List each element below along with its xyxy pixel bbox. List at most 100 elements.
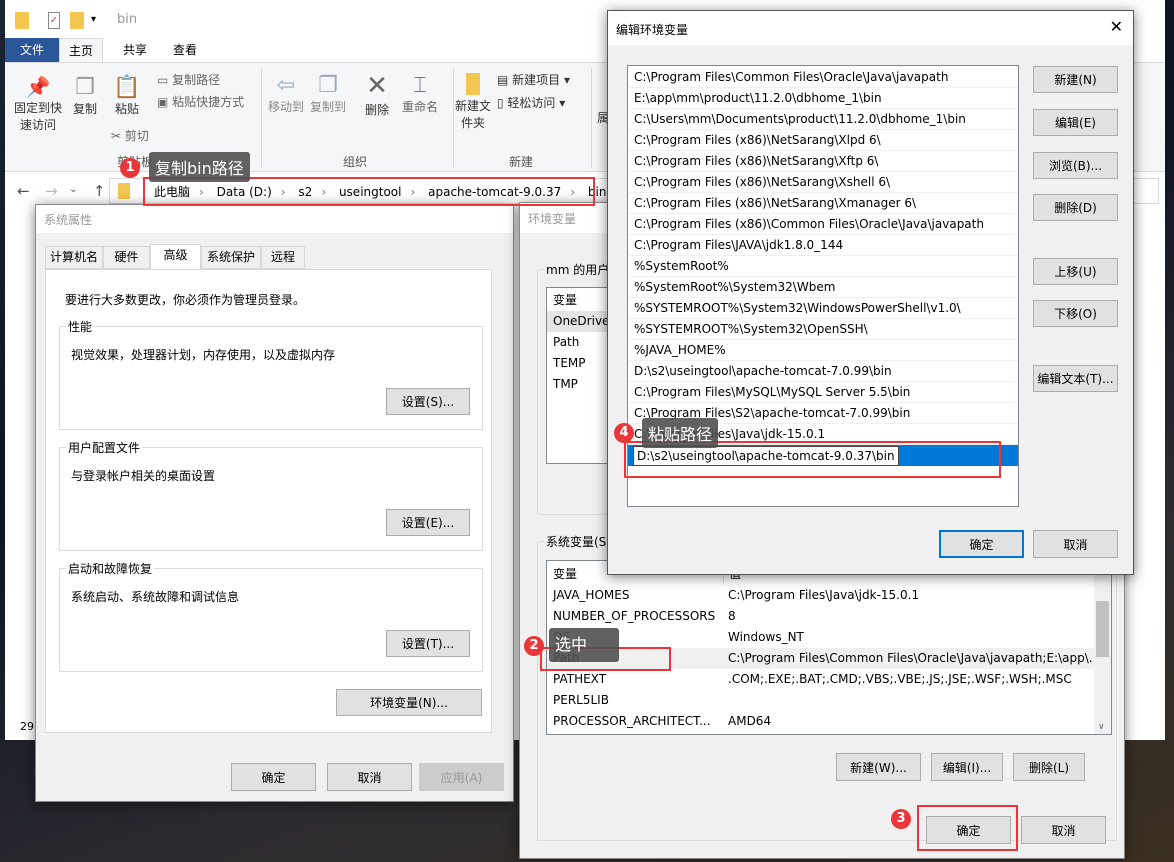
path-list-item[interactable]: %SystemRoot%\System32\Wbem	[628, 277, 1018, 298]
tab-file[interactable]: 文件	[5, 38, 59, 62]
startup-recovery-settings-button[interactable]: 设置(T)...	[386, 630, 470, 657]
annotation-badge-2: 2	[524, 636, 544, 656]
up-icon[interactable]: ↑	[93, 182, 106, 200]
properties-qa-icon[interactable]: ✓	[48, 12, 60, 29]
tab-computer-name[interactable]: 计算机名	[45, 246, 103, 269]
path-list-item[interactable]: C:\Program Files (x86)\NetSarang\Xmanage…	[628, 193, 1018, 214]
move-to-icon: ⇦	[276, 73, 296, 98]
path-list-item[interactable]: C:\Program Files (x86)\NetSarang\Xftp 6\	[628, 151, 1018, 172]
path-list-item[interactable]: C:\Program Files\Common Files\Oracle\Jav…	[628, 67, 1018, 88]
move-to-button[interactable]: ⇦ 移动到	[265, 73, 307, 115]
copy-path-icon: ▭	[157, 73, 173, 87]
folder-icon	[118, 183, 130, 199]
new-system-variable-button[interactable]: 新建(W)...	[836, 753, 921, 781]
tab-share[interactable]: 共享	[115, 38, 155, 62]
path-list-item[interactable]: C:\Program Files (x86)\NetSarang\Xshell …	[628, 172, 1018, 193]
edit-button[interactable]: 编辑(E)	[1033, 109, 1118, 136]
annotation-badge-1: 1	[120, 158, 140, 178]
user-profiles-desc: 与登录帐户相关的桌面设置	[71, 469, 216, 483]
move-down-button[interactable]: 下移(O)	[1033, 300, 1118, 327]
user-profiles-group: 用户配置文件 与登录帐户相关的桌面设置 设置(E)...	[59, 439, 483, 551]
move-up-button[interactable]: 上移(U)	[1033, 258, 1118, 285]
browse-button[interactable]: 浏览(B)...	[1033, 152, 1118, 179]
paste-button[interactable]: 📋 粘贴	[109, 75, 145, 117]
variable-value: C:\Program Files\Java\jdk-15.0.1	[728, 588, 920, 602]
pin-button[interactable]: 📌 固定到快速访问	[11, 75, 65, 133]
ok-button[interactable]: 确定	[939, 530, 1024, 558]
cancel-button[interactable]: 取消	[1033, 530, 1118, 558]
variable-name: PROCESSOR_ARCHITECT...	[553, 714, 711, 728]
new-folder-button[interactable]: 新建文件夹	[453, 73, 493, 131]
system-properties-dialog: 系统属性 计算机名 硬件 高级 系统保护 远程 要进行大多数更改，你必须作为管理…	[35, 204, 514, 802]
tab-view[interactable]: 查看	[165, 38, 205, 62]
path-list-item[interactable]: C:\Users\mm\Documents\product\11.2.0\dbh…	[628, 109, 1018, 130]
variable-value: C:\Program Files\Common Files\Oracle\Jav…	[728, 651, 1101, 665]
path-list-item[interactable]: C:\Program Files\MySQL\MySQL Server 5.5\…	[628, 382, 1018, 403]
ok-button[interactable]: 确定	[231, 763, 316, 791]
path-list-item[interactable]: %SYSTEMROOT%\System32\OpenSSH\	[628, 319, 1018, 340]
cut-button[interactable]: ✂ 剪切	[111, 127, 149, 144]
variable-value: 8	[728, 609, 736, 623]
folder-icon	[466, 73, 480, 95]
divider	[591, 68, 592, 168]
cancel-button[interactable]: 取消	[1021, 816, 1106, 844]
delete-button[interactable]: 删除(D)	[1033, 194, 1118, 221]
cancel-button[interactable]: 取消	[327, 763, 412, 791]
user-profiles-settings-button[interactable]: 设置(E)...	[386, 509, 470, 536]
scrollbar[interactable]: ∨	[1094, 561, 1111, 734]
easy-access-icon: ▯	[497, 96, 508, 110]
delete-button[interactable]: ✕ 删除	[359, 71, 395, 118]
edit-text-button[interactable]: 编辑文本(T)...	[1033, 365, 1118, 392]
close-icon[interactable]: ✕	[1110, 17, 1123, 36]
table-row[interactable]: JAVA_HOMES C:\Program Files\Java\jdk-15.0…	[547, 585, 1111, 606]
group-label-new: 新建	[508, 155, 533, 169]
tab-hardware[interactable]: 硬件	[103, 246, 150, 269]
tab-system-protection[interactable]: 系统保护	[201, 246, 261, 269]
dialog-title: 系统属性	[36, 205, 513, 233]
tab-home[interactable]: 主页	[59, 38, 103, 63]
forward-icon[interactable]: →	[45, 182, 58, 200]
table-row[interactable]: PROCESSOR_ARCHITECT... AMD64	[547, 711, 1111, 732]
annotation-box-ok	[917, 805, 1018, 851]
table-row[interactable]: OSWindows_NT	[547, 627, 1111, 648]
pin-icon: 📌	[25, 75, 51, 99]
path-list-item[interactable]: C:\Program Files (x86)\NetSarang\Xlpd 6\	[628, 130, 1018, 151]
annotation-badge-3: 3	[891, 809, 911, 829]
copy-path-button[interactable]: ▭ 复制路径	[157, 71, 220, 88]
new-folder-qa-icon[interactable]	[70, 12, 84, 29]
table-row[interactable]: PATHEXT .COM;.EXE;.BAT;.CMD;.VBS;.VBE;.JS…	[547, 669, 1111, 690]
performance-group: 性能 视觉效果，处理器计划，内存使用，以及虚拟内存 设置(S)...	[59, 318, 483, 430]
divider	[261, 68, 262, 168]
paste-shortcut-button[interactable]: ▣ 粘贴快捷方式	[157, 93, 244, 110]
table-row[interactable]: PERL5LIB	[547, 690, 1111, 711]
rename-button[interactable]: ⌶ 重命名	[399, 73, 441, 115]
qa-dropdown-icon[interactable]: ▾	[91, 14, 96, 25]
apply-button[interactable]: 应用(A)	[419, 763, 504, 791]
delete-system-variable-button[interactable]: 删除(L)	[1013, 753, 1085, 781]
back-icon[interactable]: ←	[17, 182, 30, 200]
easy-access-button[interactable]: ▯ 轻松访问 ▾	[497, 94, 565, 111]
annotation-tip-2: 选中	[549, 628, 619, 662]
path-list-item[interactable]: C:\Program Files\JAVA\jdk1.8.0_144	[628, 235, 1018, 256]
edit-environment-variable-dialog: 编辑环境变量 ✕ C:\Program Files\Common Files\O…	[607, 10, 1134, 575]
path-list-item[interactable]: %SystemRoot%	[628, 256, 1018, 277]
path-list-item[interactable]: E:\app\mm\product\11.2.0\dbhome_1\bin	[628, 88, 1018, 109]
path-list-item[interactable]: %SYSTEMROOT%\System32\WindowsPowerShell\…	[628, 298, 1018, 319]
path-list-item[interactable]: D:\s2\useingtool\apache-tomcat-7.0.99\bi…	[628, 361, 1018, 382]
new-button[interactable]: 新建(N)	[1033, 66, 1118, 93]
copy-to-button[interactable]: ❐ 复制到	[307, 73, 349, 115]
copy-button[interactable]: ❐ 复制	[67, 75, 103, 117]
startup-recovery-group: 启动和故障恢复 系统启动、系统故障和调试信息 设置(T)...	[59, 560, 483, 672]
environment-variables-button[interactable]: 环境变量(N)...	[336, 689, 482, 716]
annotation-tip-1: 复制bin路径	[149, 152, 250, 182]
tab-remote[interactable]: 远程	[261, 246, 305, 269]
path-list-item[interactable]: %JAVA_HOME%	[628, 340, 1018, 361]
tab-advanced[interactable]: 高级	[150, 244, 201, 271]
performance-settings-button[interactable]: 设置(S)...	[386, 388, 470, 415]
recent-dropdown-icon[interactable]: ⌄	[69, 184, 77, 195]
new-item-button[interactable]: ▤ 新建项目 ▾	[497, 71, 570, 88]
path-list-item[interactable]: C:\Program Files (x86)\Common Files\Orac…	[628, 214, 1018, 235]
new-item-icon: ▤	[497, 73, 513, 87]
edit-system-variable-button[interactable]: 编辑(I)...	[931, 753, 1003, 781]
table-row[interactable]: NUMBER_OF_PROCESSORS 8	[547, 606, 1111, 627]
